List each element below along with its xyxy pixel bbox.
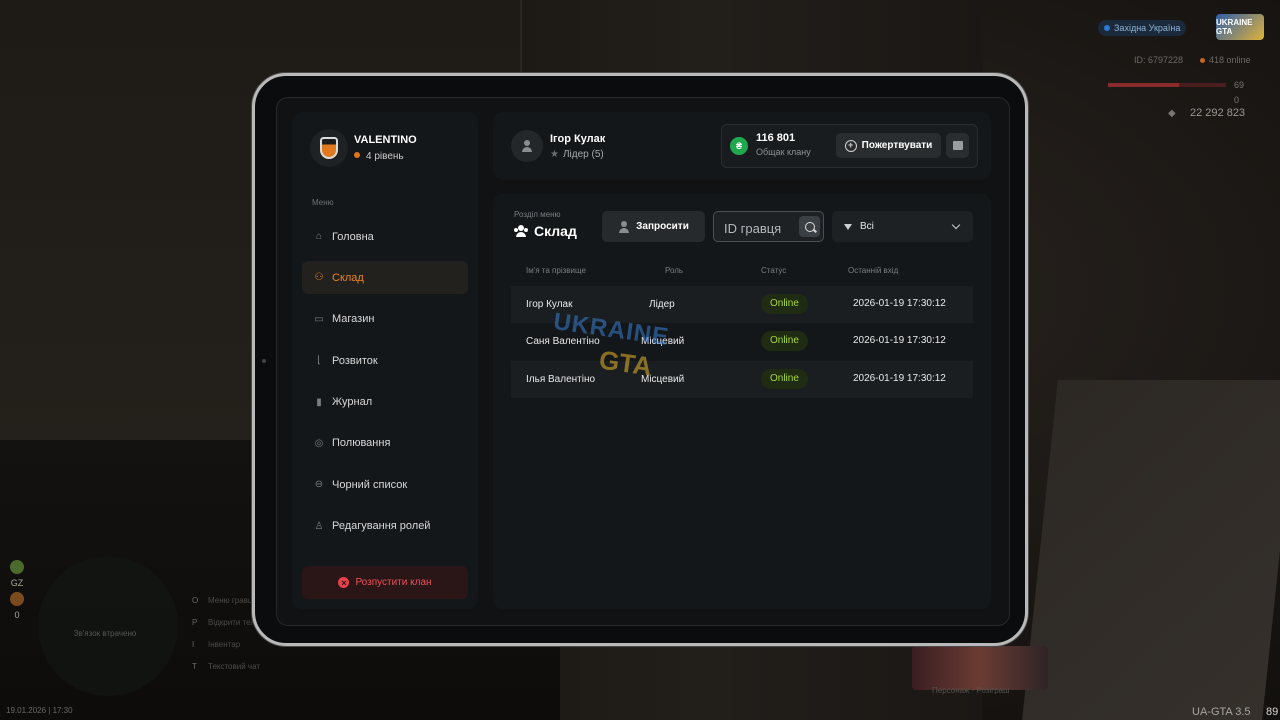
archive-button[interactable] xyxy=(946,133,969,158)
treasury-label: Общак клану xyxy=(756,147,811,157)
table-row[interactable]: Саня Валентіно Місцевий Online 2026-01-1… xyxy=(511,323,973,360)
user-edit-icon: ♙ xyxy=(314,520,324,532)
server-dot-icon xyxy=(1104,25,1110,31)
member-role: Місцевий xyxy=(641,336,685,348)
member-name: Ігор Кулак xyxy=(526,299,573,310)
online-count: 418 online xyxy=(1200,55,1251,65)
status-badge: Online xyxy=(761,368,808,389)
level-dot-icon xyxy=(354,152,360,158)
star-icon: ★ xyxy=(550,149,559,160)
profile-name: VALENTINO xyxy=(354,134,417,146)
game-logo: UKRAINE GTA xyxy=(1216,14,1264,40)
section-label: Розділ меню xyxy=(514,210,561,219)
health-bar xyxy=(1108,83,1226,87)
role-filter-select[interactable]: Всі xyxy=(832,211,973,242)
column-header-status: Статус xyxy=(761,266,787,275)
close-circle-icon: × xyxy=(338,577,350,588)
player-id-input[interactable] xyxy=(722,218,798,238)
members-table: Ігор Кулак Лідер Online 2026-01-19 17:30… xyxy=(511,286,973,398)
clan-avatar xyxy=(310,129,348,167)
user-role: ★ Лідер (5) xyxy=(550,149,604,160)
header-panel: Ігор Кулак ★ Лідер (5) ₴ 116 801 Общак кл… xyxy=(493,112,991,180)
sidebar-item-journal[interactable]: ▮ Журнал xyxy=(302,386,468,419)
chart-icon: ⌊ xyxy=(317,355,321,367)
wanted-icon xyxy=(10,592,24,606)
table-row[interactable]: Ігор Кулак Лідер Online 2026-01-19 17:30… xyxy=(511,286,973,324)
plus-circle-icon: + xyxy=(844,139,857,152)
people-icon: ⚇ xyxy=(314,272,324,284)
clan-treasury: ₴ 116 801 Общак клану + Пожертвувати xyxy=(721,124,978,168)
hryvnia-coin-icon: ₴ xyxy=(730,137,748,155)
block-icon: ⊖ xyxy=(314,479,324,491)
basket-icon: ▭ xyxy=(314,313,324,325)
member-last-login: 2026-01-19 17:30:12 xyxy=(853,335,946,347)
tablet-screen: VALENTINO 4 рівень Меню ⌂ Головна ⚇ Склад … xyxy=(276,97,1010,626)
online-dot-icon xyxy=(1200,58,1205,63)
minimap xyxy=(38,556,178,696)
hint-item: T Текстовий чат xyxy=(192,662,261,671)
invite-button[interactable]: Запросити xyxy=(602,211,705,242)
member-last-login: 2026-01-19 17:30:12 xyxy=(853,372,946,384)
money-value: 22 292 823 xyxy=(1190,107,1246,119)
menu-title: Меню xyxy=(312,198,334,207)
table-row[interactable]: Ілья Валентіно Місцевий Online 2026-01-1… xyxy=(511,360,973,398)
archive-icon xyxy=(952,141,963,150)
user-icon xyxy=(521,140,533,152)
dissolve-clan-button[interactable]: × Розпустити клан xyxy=(302,566,468,599)
status-badge: Online xyxy=(761,294,808,314)
sidebar-item-home[interactable]: ⌂ Головна xyxy=(302,220,468,253)
armor-value: 0 xyxy=(1234,95,1240,105)
money-icon: ◆ xyxy=(1168,108,1176,119)
section-title: Склад xyxy=(514,223,577,239)
fps-counter: 89 xyxy=(1266,706,1279,718)
player-id: ID: 6797228 xyxy=(1134,55,1184,65)
health-value: 69 xyxy=(1234,80,1245,90)
member-role: Місцевий xyxy=(641,373,685,385)
chevron-down-icon xyxy=(951,220,961,230)
sidebar: VALENTINO 4 рівень Меню ⌂ Головна ⚇ Склад … xyxy=(292,112,478,609)
search-icon xyxy=(804,221,815,232)
column-header-role: Роль xyxy=(665,266,684,275)
column-header-last-login: Останній вхід xyxy=(848,266,899,275)
sidebar-nav: ⌂ Головна ⚇ Склад ▭ Магазин ⌊ Розвиток ▮ Журн… xyxy=(302,220,468,551)
add-user-icon xyxy=(618,220,630,233)
brand-label: UA-GTA 3.5 xyxy=(1192,706,1251,718)
sidebar-item-development[interactable]: ⌊ Розвиток xyxy=(302,344,468,377)
profile-level: 4 рівень xyxy=(354,151,404,162)
player-search xyxy=(713,211,824,242)
column-header-name: Ім'я та прізвище xyxy=(526,266,586,275)
treasury-amount: 116 801 xyxy=(756,132,796,144)
gz-icon xyxy=(10,560,24,574)
shield-icon xyxy=(320,137,338,159)
book-icon: ▮ xyxy=(316,396,322,408)
filter-icon xyxy=(844,223,852,230)
user-avatar xyxy=(511,130,543,162)
camera-dot xyxy=(262,359,266,363)
gz-indicator: GZ 0 xyxy=(9,560,25,620)
main-panel: Розділ меню Склад Запросити ID гравця Вс… xyxy=(493,194,991,609)
tablet-frame: VALENTINO 4 рівень Меню ⌂ Головна ⚇ Склад … xyxy=(252,73,1028,646)
search-button[interactable] xyxy=(799,216,820,237)
member-name: Саня Валентіно xyxy=(526,336,600,348)
member-role: Лідер xyxy=(649,299,675,310)
home-icon: ⌂ xyxy=(315,231,323,242)
sidebar-item-edit-roles[interactable]: ♙ Редагування ролей xyxy=(302,510,468,543)
background-window xyxy=(1022,380,1280,720)
member-last-login: 2026-01-19 17:30:12 xyxy=(853,298,946,309)
promo-label: Персонаж · Розіграш xyxy=(932,686,1010,695)
people-icon xyxy=(514,225,528,237)
minimap-status: Зв'язок втрачено xyxy=(73,629,137,638)
server-badge: Західна Україна xyxy=(1098,20,1186,36)
sidebar-item-storage[interactable]: ⚇ Склад xyxy=(302,261,468,295)
user-name: Ігор Кулак xyxy=(550,133,606,145)
member-name: Ілья Валентіно xyxy=(526,373,596,385)
target-icon: ◎ xyxy=(314,437,324,449)
sidebar-item-shop[interactable]: ▭ Магазин xyxy=(302,303,468,336)
sidebar-item-blacklist[interactable]: ⊖ Чорний список xyxy=(302,468,468,501)
sidebar-item-hunting[interactable]: ◎ Полювання xyxy=(302,427,468,460)
status-badge: Online xyxy=(761,331,808,352)
promo-banner[interactable] xyxy=(912,646,1048,690)
date-time: 19.01.2026 | 17:30 xyxy=(6,706,73,715)
donate-button[interactable]: + Пожертвувати xyxy=(836,133,941,158)
